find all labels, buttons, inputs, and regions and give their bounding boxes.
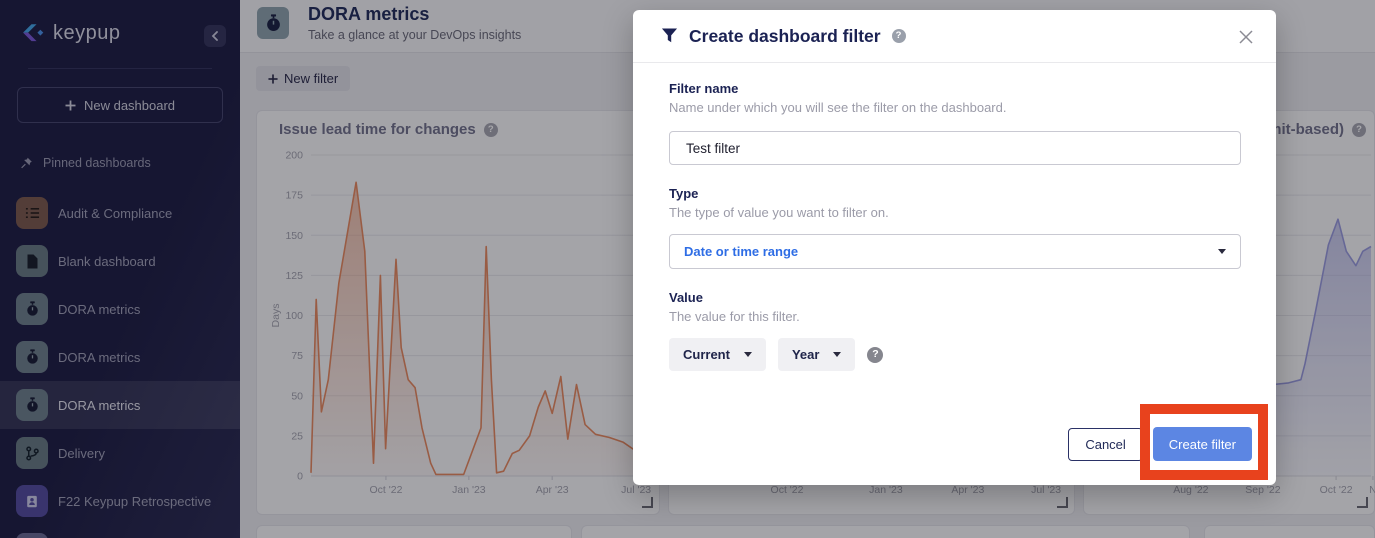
filter-name-input[interactable] xyxy=(669,131,1241,165)
value-period-selected: Current xyxy=(683,347,730,362)
chevron-down-icon xyxy=(833,352,841,357)
filter-name-label: Filter name xyxy=(669,81,1241,96)
modal-help-icon[interactable] xyxy=(892,29,906,43)
create-dashboard-filter-modal: Create dashboard filter Filter name Name… xyxy=(633,10,1276,485)
modal-body: Filter name Name under which you will se… xyxy=(633,63,1276,371)
filter-funnel-icon xyxy=(661,27,678,45)
value-period-select[interactable]: Current xyxy=(669,338,766,371)
value-help: The value for this filter. xyxy=(669,309,1241,324)
type-select-value: Date or time range xyxy=(684,244,798,259)
value-unit-selected: Year xyxy=(792,347,819,362)
app-window: keypup New dashboard Pinned dashboards A… xyxy=(0,0,1375,538)
create-filter-button[interactable]: Create filter xyxy=(1153,427,1252,461)
chevron-down-icon xyxy=(744,352,752,357)
modal-footer: Cancel Create filter xyxy=(1068,427,1252,461)
type-select[interactable]: Date or time range xyxy=(669,234,1241,269)
value-label: Value xyxy=(669,290,1241,305)
modal-close-button[interactable] xyxy=(1238,29,1254,45)
close-icon xyxy=(1238,29,1254,45)
type-label: Type xyxy=(669,186,1241,201)
cancel-button[interactable]: Cancel xyxy=(1068,428,1142,461)
modal-title: Create dashboard filter xyxy=(689,26,881,47)
chevron-down-icon xyxy=(1218,249,1226,254)
value-unit-select[interactable]: Year xyxy=(778,338,855,371)
modal-header: Create dashboard filter xyxy=(633,10,1276,63)
filter-name-help: Name under which you will see the filter… xyxy=(669,100,1241,115)
value-help-icon[interactable] xyxy=(867,347,883,363)
type-help: The type of value you want to filter on. xyxy=(669,205,1241,220)
